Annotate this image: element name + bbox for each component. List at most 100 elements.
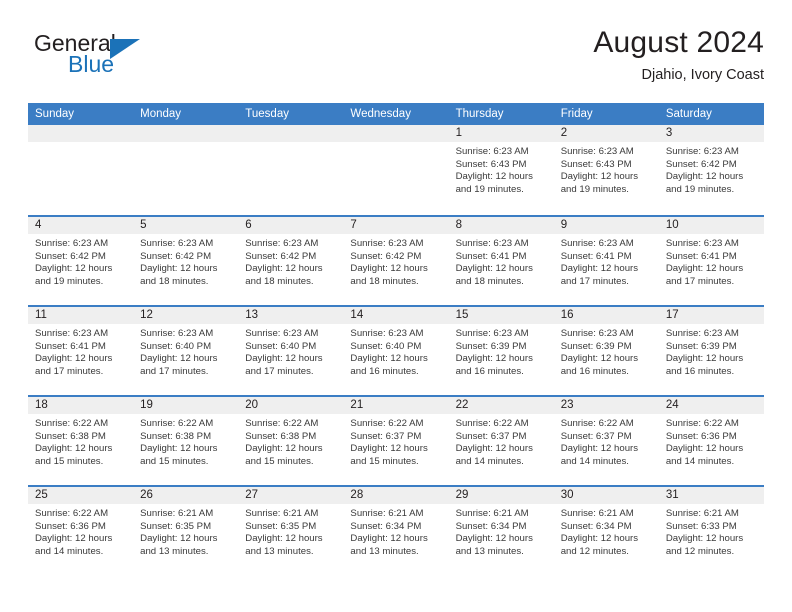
- daylight-text-line2: and 18 minutes.: [455, 275, 524, 287]
- daylight-text-line1: Daylight: 12 hours: [245, 263, 323, 275]
- day-cell-empty: [133, 125, 239, 215]
- daylight-text-line1: Daylight: 12 hours: [245, 443, 323, 455]
- day-details: Sunrise: 6:23 AM Sunset: 6:42 PM Dayligh…: [659, 142, 764, 196]
- day-number: 14: [350, 309, 364, 321]
- day-number-band: 14: [343, 307, 449, 324]
- daylight-text-line2: and 15 minutes.: [140, 455, 209, 467]
- sunrise-text: Sunrise: 6:21 AM: [245, 508, 319, 519]
- day-cell[interactable]: 6 Sunrise: 6:23 AM Sunset: 6:42 PM Dayli…: [238, 217, 344, 305]
- daylight-text-line1: Daylight: 12 hours: [140, 533, 218, 545]
- week-row: 25 Sunrise: 6:22 AM Sunset: 6:36 PM Dayl…: [28, 485, 764, 575]
- sunset-text: Sunset: 6:41 PM: [35, 340, 106, 352]
- day-details: Sunrise: 6:23 AM Sunset: 6:41 PM Dayligh…: [659, 234, 764, 288]
- day-cell[interactable]: 10 Sunrise: 6:23 AM Sunset: 6:41 PM Dayl…: [658, 217, 764, 305]
- day-cell[interactable]: 9 Sunrise: 6:23 AM Sunset: 6:41 PM Dayli…: [553, 217, 659, 305]
- sunset-text: Sunset: 6:34 PM: [350, 520, 422, 532]
- sunrise-text: Sunrise: 6:22 AM: [245, 418, 319, 429]
- sunrise-text: Sunrise: 6:23 AM: [35, 238, 109, 249]
- daylight-text-line1: Daylight: 12 hours: [560, 443, 639, 455]
- day-cell[interactable]: 14 Sunrise: 6:23 AM Sunset: 6:40 PM Dayl…: [343, 307, 449, 395]
- sunset-text: Sunset: 6:39 PM: [665, 340, 737, 352]
- day-cell[interactable]: 17 Sunrise: 6:23 AM Sunset: 6:39 PM Dayl…: [658, 307, 764, 395]
- day-cell[interactable]: 22 Sunrise: 6:22 AM Sunset: 6:37 PM Dayl…: [448, 397, 554, 485]
- day-cell[interactable]: 24 Sunrise: 6:22 AM Sunset: 6:36 PM Dayl…: [658, 397, 764, 485]
- day-cell[interactable]: 27 Sunrise: 6:21 AM Sunset: 6:35 PM Dayl…: [238, 487, 344, 575]
- day-cell[interactable]: 20 Sunrise: 6:22 AM Sunset: 6:38 PM Dayl…: [238, 397, 344, 485]
- day-number: 25: [35, 489, 48, 501]
- day-details: Sunrise: 6:21 AM Sunset: 6:34 PM Dayligh…: [449, 504, 554, 558]
- daylight-text-line1: Daylight: 12 hours: [35, 353, 113, 365]
- sunrise-text: Sunrise: 6:22 AM: [560, 418, 634, 429]
- sunset-text: Sunset: 6:33 PM: [665, 520, 737, 532]
- day-number: 5: [140, 219, 147, 231]
- day-cell[interactable]: 23 Sunrise: 6:22 AM Sunset: 6:37 PM Dayl…: [553, 397, 659, 485]
- day-details: Sunrise: 6:22 AM Sunset: 6:37 PM Dayligh…: [554, 414, 659, 468]
- daylight-text-line2: and 15 minutes.: [245, 455, 314, 467]
- sunrise-text: Sunrise: 6:23 AM: [560, 238, 634, 249]
- sunset-text: Sunset: 6:39 PM: [560, 340, 632, 352]
- day-cell[interactable]: 21 Sunrise: 6:22 AM Sunset: 6:37 PM Dayl…: [343, 397, 449, 485]
- day-cell[interactable]: 3 Sunrise: 6:23 AM Sunset: 6:42 PM Dayli…: [658, 125, 764, 215]
- brand-logo[interactable]: General Blue: [34, 30, 214, 90]
- day-number: 27: [245, 489, 259, 501]
- daylight-text-line2: and 16 minutes.: [560, 365, 629, 377]
- day-details: Sunrise: 6:23 AM Sunset: 6:41 PM Dayligh…: [554, 234, 659, 288]
- weekday-header-saturday: Saturday: [665, 108, 712, 120]
- day-cell[interactable]: 29 Sunrise: 6:21 AM Sunset: 6:34 PM Dayl…: [448, 487, 554, 575]
- day-cell[interactable]: 15 Sunrise: 6:23 AM Sunset: 6:39 PM Dayl…: [448, 307, 554, 395]
- day-cell[interactable]: 16 Sunrise: 6:23 AM Sunset: 6:39 PM Dayl…: [553, 307, 659, 395]
- sunset-text: Sunset: 6:40 PM: [140, 340, 212, 352]
- sunrise-text: Sunrise: 6:23 AM: [665, 238, 739, 249]
- day-number: 22: [455, 399, 469, 411]
- location-subtitle: Djahio, Ivory Coast: [641, 67, 765, 83]
- sunset-text: Sunset: 6:35 PM: [140, 520, 212, 532]
- day-number-band: 21: [343, 397, 449, 414]
- day-details: Sunrise: 6:21 AM Sunset: 6:34 PM Dayligh…: [554, 504, 659, 558]
- daylight-text-line2: and 17 minutes.: [140, 365, 209, 377]
- daylight-text-line1: Daylight: 12 hours: [455, 353, 533, 365]
- sunset-text: Sunset: 6:37 PM: [350, 430, 422, 442]
- sunrise-text: Sunrise: 6:23 AM: [560, 146, 634, 157]
- daylight-text-line2: and 13 minutes.: [350, 545, 419, 557]
- day-number-band: 3: [658, 125, 764, 142]
- day-cell[interactable]: 25 Sunrise: 6:22 AM Sunset: 6:36 PM Dayl…: [28, 487, 134, 575]
- day-cell[interactable]: 1 Sunrise: 6:23 AM Sunset: 6:43 PM Dayli…: [448, 125, 554, 215]
- day-cell[interactable]: 4 Sunrise: 6:23 AM Sunset: 6:42 PM Dayli…: [28, 217, 134, 305]
- daylight-text-line2: and 19 minutes.: [35, 275, 104, 287]
- day-cell[interactable]: 31 Sunrise: 6:21 AM Sunset: 6:33 PM Dayl…: [658, 487, 764, 575]
- daylight-text-line2: and 12 minutes.: [560, 545, 629, 557]
- day-details: Sunrise: 6:23 AM Sunset: 6:42 PM Dayligh…: [343, 234, 448, 288]
- day-number-band: 16: [553, 307, 659, 324]
- day-cell[interactable]: 8 Sunrise: 6:23 AM Sunset: 6:41 PM Dayli…: [448, 217, 554, 305]
- daylight-text-line2: and 13 minutes.: [245, 545, 314, 557]
- sunrise-text: Sunrise: 6:23 AM: [140, 238, 214, 249]
- daylight-text-line1: Daylight: 12 hours: [35, 263, 113, 275]
- daylight-text-line1: Daylight: 12 hours: [665, 263, 744, 275]
- day-cell[interactable]: 18 Sunrise: 6:22 AM Sunset: 6:38 PM Dayl…: [28, 397, 134, 485]
- day-details: Sunrise: 6:21 AM Sunset: 6:33 PM Dayligh…: [659, 504, 764, 558]
- sunrise-text: Sunrise: 6:23 AM: [560, 328, 634, 339]
- day-number: 13: [245, 309, 259, 321]
- daylight-text-line1: Daylight: 12 hours: [245, 533, 323, 545]
- day-cell[interactable]: 26 Sunrise: 6:21 AM Sunset: 6:35 PM Dayl…: [133, 487, 239, 575]
- daylight-text-line2: and 12 minutes.: [665, 545, 735, 557]
- day-number-band: 15: [448, 307, 554, 324]
- day-cell[interactable]: 28 Sunrise: 6:21 AM Sunset: 6:34 PM Dayl…: [343, 487, 449, 575]
- day-cell[interactable]: 2 Sunrise: 6:23 AM Sunset: 6:43 PM Dayli…: [553, 125, 659, 215]
- sunrise-text: Sunrise: 6:23 AM: [245, 328, 319, 339]
- daylight-text-line1: Daylight: 12 hours: [35, 533, 113, 545]
- day-cell[interactable]: 11 Sunrise: 6:23 AM Sunset: 6:41 PM Dayl…: [28, 307, 134, 395]
- daylight-text-line2: and 13 minutes.: [140, 545, 209, 557]
- day-cell[interactable]: 7 Sunrise: 6:23 AM Sunset: 6:42 PM Dayli…: [343, 217, 449, 305]
- daylight-text-line1: Daylight: 12 hours: [455, 443, 533, 455]
- daylight-text-line2: and 14 minutes.: [455, 455, 524, 467]
- day-cell[interactable]: 19 Sunrise: 6:22 AM Sunset: 6:38 PM Dayl…: [133, 397, 239, 485]
- day-cell[interactable]: 30 Sunrise: 6:21 AM Sunset: 6:34 PM Dayl…: [553, 487, 659, 575]
- sunset-text: Sunset: 6:42 PM: [350, 250, 422, 262]
- day-cell[interactable]: 5 Sunrise: 6:23 AM Sunset: 6:42 PM Dayli…: [133, 217, 239, 305]
- daylight-text-line2: and 18 minutes.: [140, 275, 209, 287]
- day-cell[interactable]: 12 Sunrise: 6:23 AM Sunset: 6:40 PM Dayl…: [133, 307, 239, 395]
- sunrise-text: Sunrise: 6:21 AM: [560, 508, 634, 519]
- day-cell[interactable]: 13 Sunrise: 6:23 AM Sunset: 6:40 PM Dayl…: [238, 307, 344, 395]
- day-cell-empty: [28, 125, 134, 215]
